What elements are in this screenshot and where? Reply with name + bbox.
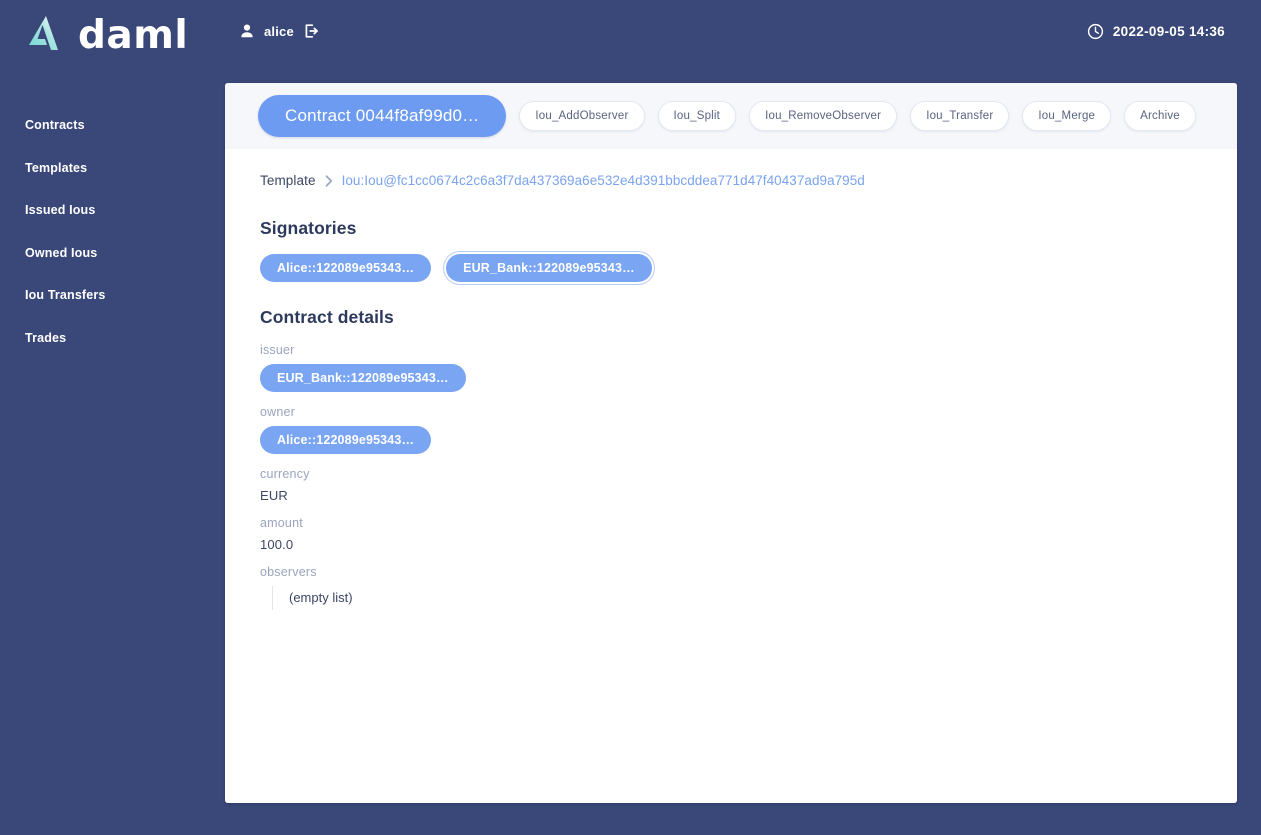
field-amount: amount 100.0 [260,516,1204,552]
daml-logo-mark-icon [25,13,69,58]
ledger-time-label: 2022-09-05 14:36 [1113,24,1225,39]
chevron-right-icon [325,175,333,187]
tab-archive[interactable]: Archive [1124,101,1196,131]
tab-bar: Contract 0044f8af99d0… Iou_AddObserver I… [225,83,1237,149]
tab-contract[interactable]: Contract 0044f8af99d0… [258,95,506,137]
clock-icon [1087,23,1104,40]
topbar: alice 2022-09-05 14:36 [225,0,1261,70]
tab-iou-split[interactable]: Iou_Split [658,101,737,131]
tab-iou-merge[interactable]: Iou_Merge [1022,101,1111,131]
breadcrumb-label: Template [260,173,316,188]
signatories-heading: Signatories [260,218,1204,239]
field-observers-value: (empty list) [272,586,1204,610]
field-owner-label: owner [260,405,1204,419]
field-currency-label: currency [260,467,1204,481]
app-root: daml Contracts Templates Issued Ious Own… [0,0,1261,835]
user-name-label: alice [264,24,294,39]
main-panel: Contract 0044f8af99d0… Iou_AddObserver I… [225,83,1237,803]
contract-details-heading: Contract details [260,307,1204,328]
user-block: alice [239,23,319,39]
tab-iou-addobserver[interactable]: Iou_AddObserver [519,101,644,131]
field-issuer-label: issuer [260,343,1204,357]
field-observers: observers (empty list) [260,565,1204,610]
field-observers-label: observers [260,565,1204,579]
field-currency-value: EUR [260,488,1204,503]
field-owner-party-pill[interactable]: Alice::122089e95343… [260,426,431,454]
daml-logo-text: daml [78,16,188,55]
sidebar-item-templates[interactable]: Templates [0,147,225,190]
panel-body: Template Iou:Iou@fc1cc0674c2c6a3f7da4373… [225,149,1237,803]
daml-logo[interactable]: daml [25,13,188,57]
field-currency: currency EUR [260,467,1204,503]
field-amount-label: amount [260,516,1204,530]
party-pill-alice[interactable]: Alice::122089e95343… [260,254,431,282]
sidebar-item-iou-transfers[interactable]: Iou Transfers [0,274,225,317]
sidebar-item-contracts[interactable]: Contracts [0,104,225,147]
sidebar-item-owned-ious[interactable]: Owned Ious [0,232,225,275]
sidebar-nav: Contracts Templates Issued Ious Owned Io… [0,104,225,359]
field-owner: owner Alice::122089e95343… [260,405,1204,454]
sidebar: daml Contracts Templates Issued Ious Own… [0,0,225,835]
field-owner-value-wrap: Alice::122089e95343… [260,426,1204,454]
field-amount-value: 100.0 [260,537,1204,552]
tab-iou-removeobserver[interactable]: Iou_RemoveObserver [749,101,897,131]
field-issuer-party-pill[interactable]: EUR_Bank::122089e95343… [260,364,466,392]
field-issuer: issuer EUR_Bank::122089e95343… [260,343,1204,392]
clock-block: 2022-09-05 14:36 [1087,23,1225,40]
person-icon [239,23,255,39]
party-pill-eur-bank[interactable]: EUR_Bank::122089e95343… [446,254,652,282]
tab-iou-transfer[interactable]: Iou_Transfer [910,101,1009,131]
sidebar-item-issued-ious[interactable]: Issued Ious [0,189,225,232]
breadcrumb-template-link[interactable]: Iou:Iou@fc1cc0674c2c6a3f7da437369a6e532e… [342,173,865,188]
sidebar-item-trades[interactable]: Trades [0,317,225,360]
signatories-list: Alice::122089e95343… EUR_Bank::122089e95… [260,254,1204,282]
field-issuer-value-wrap: EUR_Bank::122089e95343… [260,364,1204,392]
logout-icon[interactable] [303,23,319,39]
breadcrumb: Template Iou:Iou@fc1cc0674c2c6a3f7da4373… [260,173,1204,188]
